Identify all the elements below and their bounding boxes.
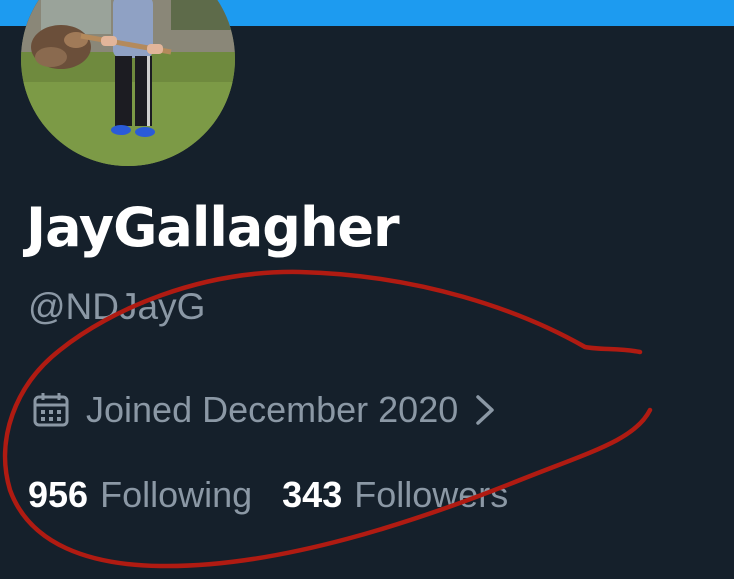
profile-photo [21, 0, 235, 166]
joined-date-label: Joined December 2020 [86, 389, 459, 430]
followers-label: Followers [354, 474, 509, 515]
chevron-right-icon [472, 393, 498, 427]
followers-count: 343 [282, 474, 343, 515]
joined-date-row[interactable]: Joined December 2020 [32, 388, 498, 432]
profile-avatar[interactable] [21, 0, 235, 166]
display-name: JayGallagher [26, 196, 400, 259]
following-count: 956 [28, 474, 89, 515]
follow-stats: 956 Following 343 Followers [28, 474, 538, 516]
following-link[interactable]: 956 Following [28, 474, 252, 516]
following-label: Following [100, 474, 253, 515]
user-handle: @NDJayG [28, 286, 206, 327]
calendar-icon [32, 391, 70, 429]
followers-link[interactable]: 343 Followers [282, 474, 508, 516]
